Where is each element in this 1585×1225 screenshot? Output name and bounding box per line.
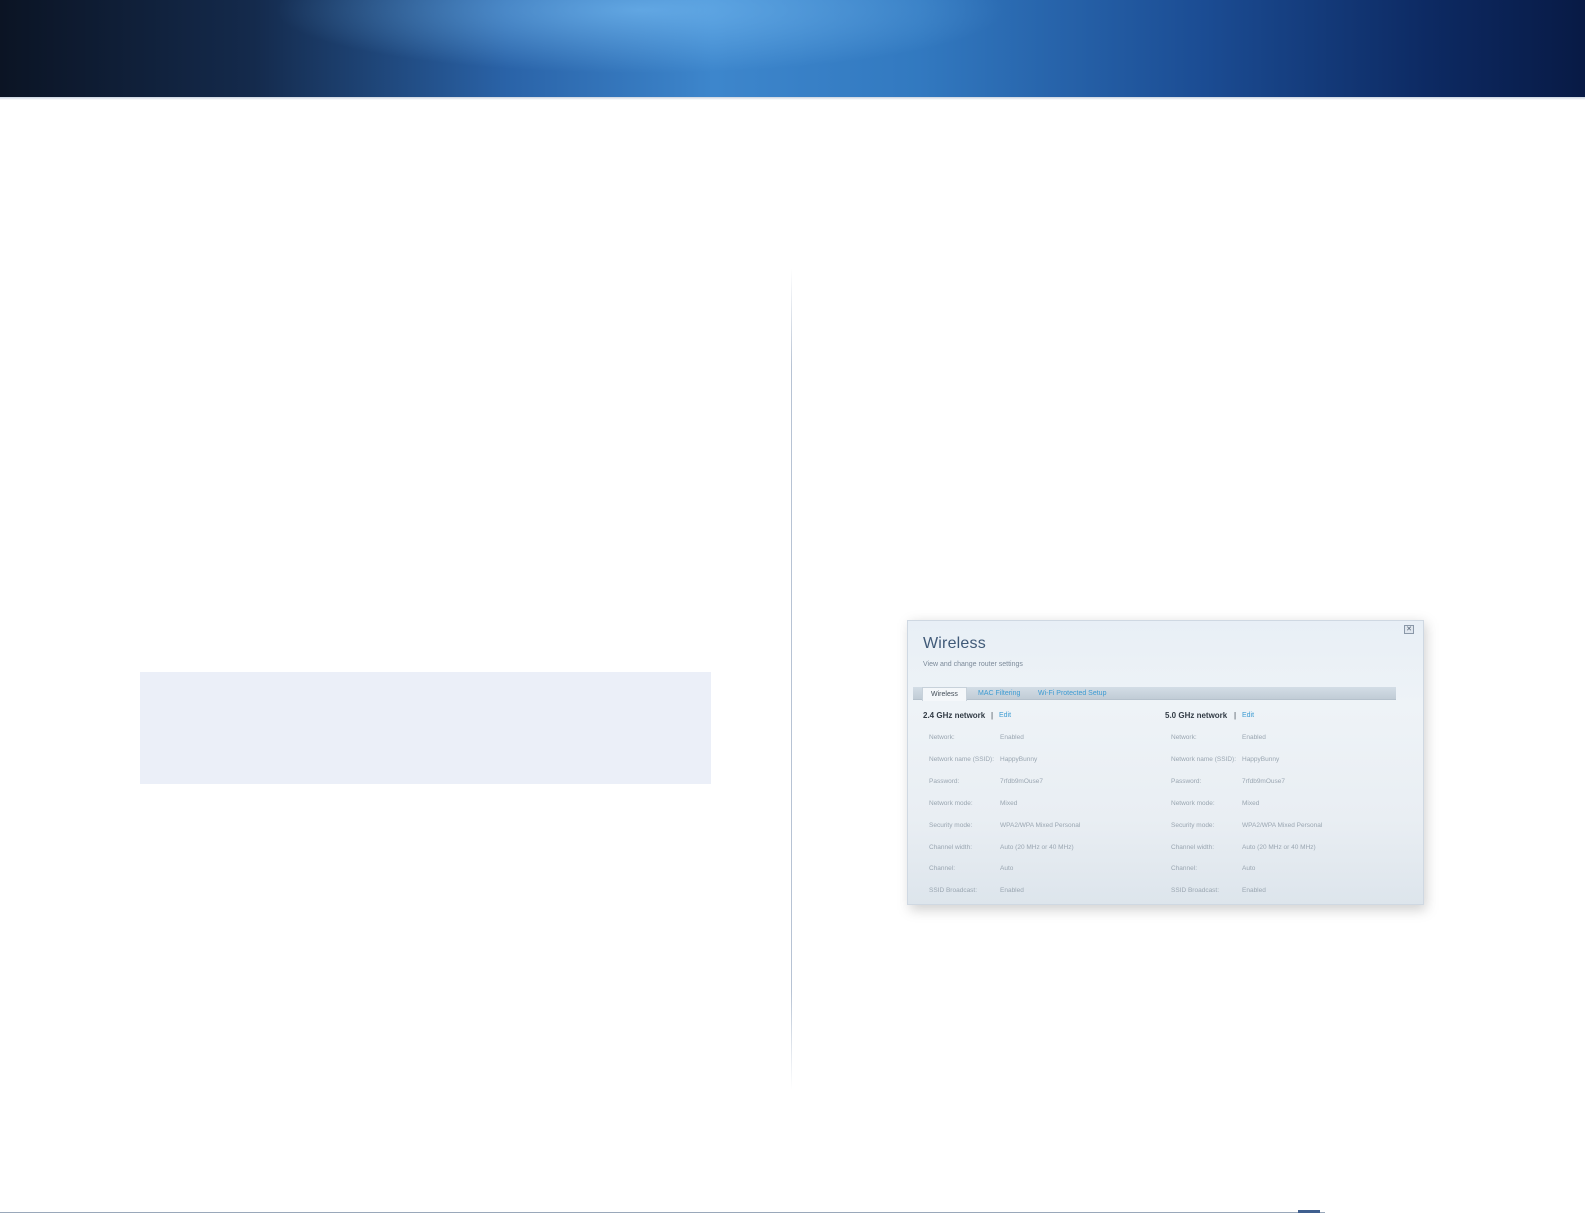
column-divider (791, 268, 792, 1090)
detail-value: 7rfdb9mOuse7 (1000, 777, 1043, 785)
footer-rule (0, 1212, 1325, 1213)
detail-label: Network mode: (1171, 799, 1215, 807)
detail-value: HappyBunny (1242, 755, 1280, 763)
detail-value: Auto (1242, 865, 1256, 873)
detail-label: Channel width: (1171, 843, 1214, 851)
close-icon[interactable]: ✕ (1404, 625, 1414, 634)
header-banner (0, 0, 1585, 97)
detail-label: Password: (929, 777, 960, 785)
figure-title: Wireless (923, 635, 986, 652)
heading-separator: | (1234, 711, 1237, 720)
detail-label: Security mode: (1171, 821, 1215, 829)
detail-label: Channel width: (929, 843, 972, 851)
detail-value: Auto (20 MHz or 40 MHz) (1000, 843, 1074, 851)
figure-subtitle: View and change router settings (923, 661, 1023, 668)
detail-label: Network name (SSID): (1171, 755, 1237, 763)
tab-wireless[interactable]: Wireless (922, 687, 967, 701)
footer-mark (1298, 1210, 1320, 1213)
detail-label: Channel: (1171, 865, 1198, 873)
detail-label: Security mode: (929, 821, 973, 829)
detail-value: HappyBunny (1000, 755, 1038, 763)
detail-label: SSID Broadcast: (1171, 887, 1220, 895)
detail-value: 7rfdb9mOuse7 (1242, 777, 1285, 785)
note-box (140, 672, 711, 784)
detail-value: Auto (20 MHz or 40 MHz) (1242, 843, 1316, 851)
detail-value: Enabled (1242, 734, 1266, 741)
detail-label: SSID Broadcast: (929, 887, 978, 895)
detail-value: Mixed (1242, 799, 1260, 807)
network-24-heading: 2.4 GHz network (923, 711, 986, 720)
detail-value: Enabled (1000, 734, 1024, 741)
heading-separator: | (991, 711, 994, 720)
network-24-edit-link[interactable]: Edit (999, 712, 1011, 719)
detail-value: Auto (1000, 865, 1014, 873)
detail-value: Enabled (1000, 887, 1024, 895)
detail-value: Enabled (1242, 887, 1266, 895)
tab-mac-filtering[interactable]: MAC Filtering (970, 687, 1028, 700)
detail-label: Network mode: (929, 799, 973, 807)
network-50-heading: 5.0 GHz network (1165, 711, 1228, 720)
network-50-edit-link[interactable]: Edit (1242, 712, 1254, 719)
detail-label: Network: (929, 734, 955, 741)
tab-wifi-protected-setup[interactable]: Wi-Fi Protected Setup (1030, 687, 1114, 700)
detail-value: WPA2/WPA Mixed Personal (1242, 821, 1323, 829)
detail-value: Mixed (1000, 799, 1018, 807)
wireless-settings-figure: ✕ Wireless View and change router settin… (907, 620, 1424, 905)
detail-label: Network name (SSID): (929, 755, 995, 763)
header-banner-edge (0, 97, 1585, 100)
detail-label: Channel: (929, 865, 956, 873)
detail-label: Password: (1171, 777, 1202, 785)
detail-label: Network: (1171, 734, 1197, 741)
detail-value: WPA2/WPA Mixed Personal (1000, 821, 1081, 829)
